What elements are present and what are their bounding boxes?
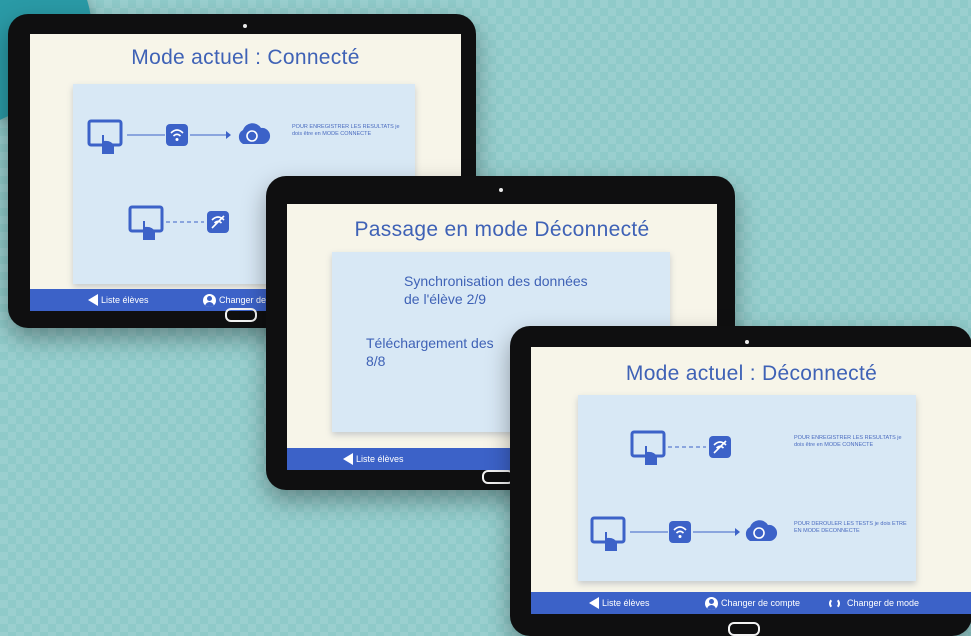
change-account-button[interactable]: Changer de compte [705,592,800,614]
download-status: Téléchargement des 8/8 [366,334,494,370]
connector-line [190,131,231,139]
cloud-sync-icon [745,520,778,541]
sync-status: Synchronisation des données de l'élève 2… [404,272,588,308]
tablet-touch-icon [128,205,164,240]
arrow-left-icon [343,453,353,465]
back-button[interactable]: Liste élèves [589,592,650,614]
page-title: Mode actuel : Déconnecté [625,362,878,385]
back-label: Liste élèves [602,598,650,608]
back-button[interactable]: Liste élèves [343,448,404,470]
sync-line-1: Synchronisation des données [404,273,588,289]
camera-icon [243,24,247,28]
user-icon [203,293,216,307]
page-title: Passage en mode Déconnecté [354,218,650,241]
tablet-disconnected: Mode actuel : Déconnecté POUR ENREGISTRE… [510,326,971,636]
tablet-touch-icon [590,516,626,551]
cloud-sync-icon [238,123,271,144]
description-top: POUR ENREGISTRER LES RESULTATS je dois ê… [794,435,902,448]
wifi-icon [166,124,188,146]
refresh-icon [829,597,840,609]
wifi-off-icon [207,211,229,233]
account-label: Changer de compte [721,598,801,608]
dashed-connector [668,446,706,448]
mode-label: Changer de mode [847,598,920,608]
home-button[interactable] [225,308,257,322]
camera-icon [499,188,503,192]
user-icon [705,596,718,610]
dashed-connector [166,221,204,223]
back-button[interactable]: Liste élèves [88,289,149,311]
screen-disconnected: Mode actuel : Déconnecté POUR ENREGISTRE… [531,347,971,614]
back-label: Liste élèves [356,454,404,464]
page-title: Mode actuel : Connecté [131,46,360,69]
change-mode-button[interactable]: Changer de mode [829,592,919,614]
arrow-left-icon [589,597,599,609]
description-top: POUR ENREGISTRER LES RESULTATS je dois ê… [292,124,400,137]
tablet-touch-icon [630,430,666,465]
sync-line-2: de l'élève 2/9 [404,291,487,307]
wifi-off-icon [709,436,731,458]
download-line-1: Téléchargement des [366,335,494,351]
bottom-bar: Liste élèves Changer de compte Changer d… [531,592,971,614]
connector-line [630,531,668,533]
camera-icon [745,340,749,344]
account-label: Changer de [219,295,267,305]
tablet-touch-icon [87,119,123,154]
connector-line [127,134,165,136]
description-bottom: POUR DEROULER LES TESTS je dois ETRE EN … [794,521,907,534]
arrow-left-icon [88,294,98,306]
wifi-icon [669,521,691,543]
download-line-2: 8/8 [366,353,386,369]
info-panel: POUR ENREGISTRER LES RESULTATS je dois ê… [578,395,916,581]
back-label: Liste élèves [101,295,149,305]
connector-line [693,528,740,536]
